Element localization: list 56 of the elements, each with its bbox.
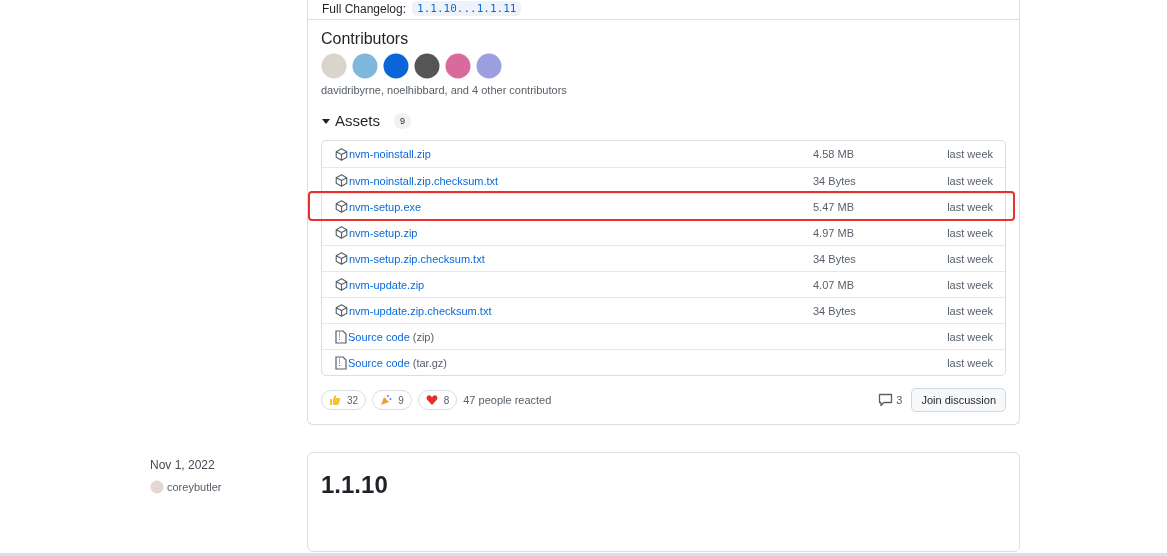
zip-file-icon: [335, 355, 347, 370]
package-icon: [335, 252, 348, 265]
comment-count: 3: [896, 394, 903, 406]
package-icon: [335, 226, 348, 239]
avatar[interactable]: [414, 53, 440, 79]
asset-date: last week: [946, 200, 993, 213]
heart-icon: [425, 394, 438, 406]
comment-icon: [878, 393, 894, 407]
asset-link[interactable]: nvm-noinstall.zip.checksum.txt: [349, 174, 499, 187]
asset-size: 4.07 MB: [813, 278, 855, 291]
compare-link[interactable]: 1.1.10...1.1.11: [412, 1, 522, 16]
reaction-button[interactable]: 8: [417, 390, 458, 410]
asset-size: 34 Bytes: [813, 252, 857, 265]
thumbs-up-icon: [329, 394, 341, 406]
asset-size: 4.58 MB: [813, 148, 855, 160]
release-version[interactable]: 1.1.10: [321, 471, 1006, 499]
asset-date: last week: [946, 356, 993, 369]
reaction-button[interactable]: 32: [321, 390, 367, 410]
asset-date: last week: [946, 148, 993, 160]
asset-size: 34 Bytes: [813, 304, 857, 317]
contributors-heading: Contributors: [321, 30, 410, 48]
package-icon: [335, 304, 348, 317]
zip-file-icon: [335, 329, 347, 344]
package-icon: [335, 147, 348, 161]
package-icon: [335, 278, 348, 291]
changelog-label: Full Changelog:: [322, 1, 407, 16]
asset-link[interactable]: nvm-setup.zip: [349, 226, 418, 239]
package-icon: [335, 200, 348, 213]
asset-date: last week: [946, 226, 993, 239]
asset-link[interactable]: nvm-update.zip: [349, 278, 425, 291]
asset-link[interactable]: Source code (zip): [348, 330, 435, 343]
asset-link[interactable]: nvm-setup.zip.checksum.txt: [349, 252, 485, 265]
asset-date: last week: [946, 330, 993, 343]
asset-size: 34 Bytes: [813, 174, 857, 187]
asset-link[interactable]: nvm-update.zip.checksum.txt: [349, 304, 492, 317]
author-link[interactable]: coreybutler: [167, 481, 222, 493]
asset-size: 5.47 MB: [813, 200, 855, 213]
asset-link[interactable]: Source code (tar.gz): [348, 356, 447, 369]
asset-date: last week: [946, 304, 993, 317]
asset-size: 4.97 MB: [813, 226, 855, 239]
asset-link[interactable]: nvm-noinstall.zip: [349, 148, 431, 160]
join-discussion-button[interactable]: Join discussion: [911, 388, 1006, 412]
asset-link[interactable]: nvm-setup.exe: [349, 200, 422, 213]
assets-count: 9: [394, 112, 412, 129]
reaction-button[interactable]: 9: [372, 390, 412, 410]
contributors-summary: davidribyrne, noelhibbard, and 4 other contributors: [321, 84, 568, 96]
assets-heading[interactable]: Assets: [335, 112, 380, 129]
release-date: Nov 1, 2022: [150, 458, 216, 472]
asset-date: last week: [946, 174, 993, 187]
asset-date: last week: [946, 278, 993, 291]
package-icon: [335, 174, 348, 187]
party-popper-icon: [380, 394, 393, 406]
asset-date: last week: [946, 252, 993, 265]
avatar[interactable]: [383, 53, 409, 79]
avatar[interactable]: [445, 53, 471, 79]
reaction-summary: 47 people reacted: [463, 394, 552, 406]
